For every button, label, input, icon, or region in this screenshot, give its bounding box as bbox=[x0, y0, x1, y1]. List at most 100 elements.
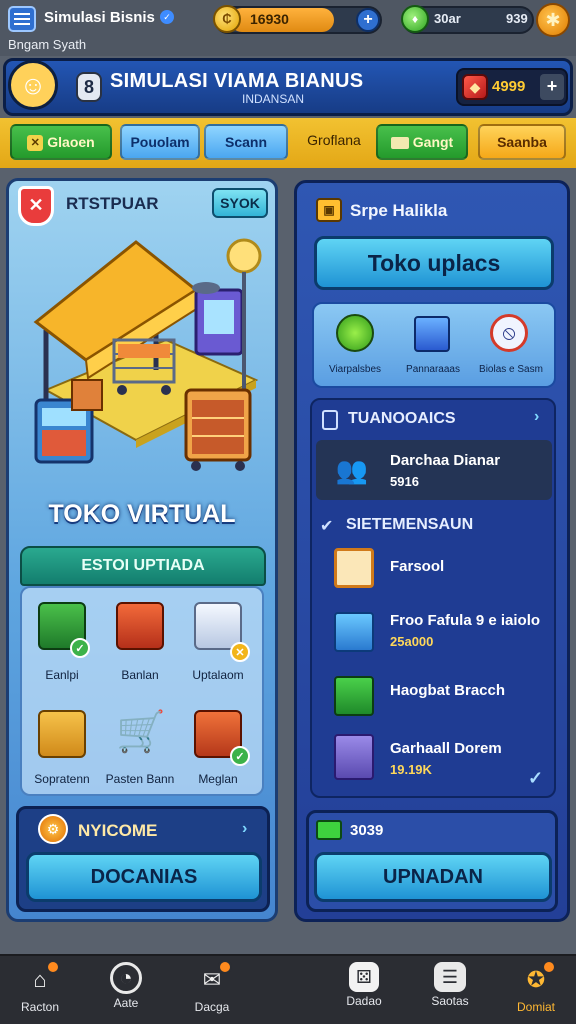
tab-saanba[interactable]: Saanba bbox=[478, 124, 566, 160]
tab-label: Scann bbox=[224, 134, 267, 150]
tab-label: Groflana bbox=[307, 132, 361, 148]
shop-name: RTSTPUAR bbox=[66, 194, 159, 213]
section-title: SIETEMENSAUN bbox=[346, 516, 474, 533]
section-title: TUANOOAICS bbox=[348, 410, 456, 427]
income-title: NYICOME bbox=[78, 821, 158, 840]
income-button[interactable]: DOCANIAS bbox=[26, 852, 262, 902]
nav-label: Dadao bbox=[346, 994, 382, 1008]
stat-row-value: 5916 bbox=[390, 474, 419, 489]
quick-action[interactable]: ⦸ Biolas e Sasm bbox=[474, 310, 548, 384]
quick-action[interactable]: Viarpalsbes bbox=[318, 310, 392, 384]
upgrade-value: 3039 bbox=[350, 822, 384, 839]
management-title: Srpe Halikla bbox=[350, 201, 448, 220]
lock-icon: 8 bbox=[76, 72, 102, 102]
avatar[interactable]: ☺ bbox=[8, 60, 58, 110]
nav-item-trophy[interactable]: ✪ Domiat bbox=[496, 958, 576, 1022]
upgrade-button[interactable]: UPNADAN bbox=[314, 852, 552, 902]
stack-icon bbox=[334, 612, 374, 652]
cash-icon bbox=[390, 137, 409, 150]
income-icon: ⚙ bbox=[38, 814, 68, 844]
gem-label: 30ar bbox=[434, 11, 461, 26]
quick-action-label: Pannaraaas bbox=[406, 364, 460, 375]
basket-icon bbox=[116, 602, 164, 650]
nav-item-mail[interactable]: ✉ Dacga bbox=[172, 958, 252, 1022]
menu-icon[interactable] bbox=[8, 6, 36, 32]
quick-action-label: Viarpalsbes bbox=[328, 364, 382, 375]
nav-label: Domiat bbox=[516, 1000, 555, 1014]
upgrade-item[interactable]: ✕ Uptalaom bbox=[180, 596, 256, 686]
premium-currency-value: 4999 bbox=[492, 78, 526, 95]
tab-label: Glaoen bbox=[47, 134, 95, 150]
banner-title: SIMULASI VIAMA BIANUS bbox=[110, 70, 364, 92]
quick-action[interactable]: Pannaraaas bbox=[396, 310, 470, 384]
store-icon: ▣ bbox=[316, 198, 342, 222]
nav-item-stats[interactable]: ☰ Saotas bbox=[410, 958, 490, 1022]
upgrade-item-label: Banlan bbox=[121, 668, 159, 682]
building-icon bbox=[414, 316, 450, 352]
upgrade-item[interactable]: 🛒 Pasten Bann bbox=[102, 700, 178, 790]
tab-pouolam[interactable]: Pouolam bbox=[120, 124, 200, 160]
nav-item-dice[interactable]: ⚄ Dadao bbox=[324, 958, 404, 1022]
notification-dot bbox=[218, 960, 232, 974]
upgrade-item[interactable]: ✓ Meglan bbox=[180, 700, 256, 790]
document-icon bbox=[334, 548, 374, 588]
gem-value: 939 bbox=[506, 11, 528, 26]
coin-icon: ₵ bbox=[213, 5, 241, 33]
upgrade-item[interactable]: Sopratenn bbox=[24, 700, 100, 790]
player-subtitle: Bngam Syath bbox=[8, 37, 87, 52]
upgrade-item-label: Eanlpi bbox=[45, 668, 79, 682]
tab-scann[interactable]: Scann bbox=[204, 124, 288, 160]
banner-subtitle: INDANSAN bbox=[242, 92, 305, 106]
cart-icon: 🛒 bbox=[116, 710, 166, 754]
cash-icon bbox=[316, 820, 342, 840]
upgrade-item-label: Uptalaom bbox=[192, 668, 244, 682]
chevron-right-icon[interactable]: › bbox=[242, 820, 247, 838]
tab-glaoen[interactable]: ✕ Glaoen bbox=[10, 124, 112, 160]
list-item-value: 19.19K bbox=[390, 762, 432, 777]
home-icon: ⌂ bbox=[22, 960, 60, 998]
nav-label: Dacga bbox=[194, 1000, 230, 1014]
people-icon: 👥 bbox=[335, 455, 369, 485]
nav-item-home[interactable]: ⌂ Racton bbox=[0, 958, 80, 1022]
shop-logo-icon: ✕ bbox=[18, 186, 54, 226]
list-item-title: Garhaall Dorem bbox=[390, 740, 502, 757]
add-coins-button[interactable]: + bbox=[356, 8, 380, 32]
tab-gangt[interactable]: Gangt bbox=[376, 124, 468, 160]
server-icon bbox=[334, 734, 374, 780]
upgrade-item[interactable]: Banlan bbox=[102, 596, 178, 686]
list-item-value: 25a000 bbox=[390, 634, 434, 649]
settings-star-icon[interactable]: ✱ bbox=[536, 3, 570, 37]
notification-dot bbox=[46, 960, 60, 974]
add-premium-button[interactable]: + bbox=[540, 74, 564, 100]
upgrade-item-label: Sopratenn bbox=[34, 772, 90, 786]
store-title: TOKO VIRTUAL bbox=[48, 500, 236, 528]
store-upgrade-button[interactable]: Toko uplacs bbox=[314, 236, 554, 290]
tab-groflana[interactable]: Groflana bbox=[296, 124, 372, 160]
store-illustration[interactable] bbox=[26, 230, 266, 490]
tab-label: Saanba bbox=[497, 134, 547, 150]
clipboard-icon bbox=[322, 410, 338, 430]
clock-icon: ◔ bbox=[110, 962, 142, 994]
checklist-icon: ✔ bbox=[320, 518, 334, 535]
stack-icon: ☰ bbox=[434, 962, 466, 992]
box-icon bbox=[38, 710, 86, 758]
trophy-icon: ✪ bbox=[518, 960, 556, 998]
check-badge-icon: ✓ bbox=[230, 746, 250, 766]
gem-icon: ♦ bbox=[401, 5, 429, 33]
upgrade-item[interactable]: ✓ Eanlpi bbox=[24, 596, 100, 686]
cash-stack-icon bbox=[334, 676, 374, 716]
chevron-right-icon[interactable]: › bbox=[534, 408, 539, 426]
list-item-title: Froo Fafula 9 e iaiolo bbox=[390, 612, 541, 629]
upgrade-header: ESTOI UPTIADA bbox=[20, 546, 266, 586]
nav-label: Racton bbox=[20, 1000, 60, 1014]
tools-icon: ✕ bbox=[27, 135, 44, 152]
coin-badge-icon: ✕ bbox=[230, 642, 250, 662]
coins-stack-icon bbox=[336, 314, 374, 352]
shop-tag-button[interactable]: SYOK bbox=[212, 188, 268, 218]
upgrade-item-label: Pasten Bann bbox=[105, 772, 175, 786]
coin-value: 16930 bbox=[250, 11, 289, 27]
no-sign-icon: ⦸ bbox=[490, 314, 528, 352]
mail-icon: ✉ bbox=[194, 960, 232, 998]
chevron-down-icon[interactable]: ✓ bbox=[528, 768, 543, 789]
nav-item-time[interactable]: ◔ Aate bbox=[86, 958, 166, 1022]
